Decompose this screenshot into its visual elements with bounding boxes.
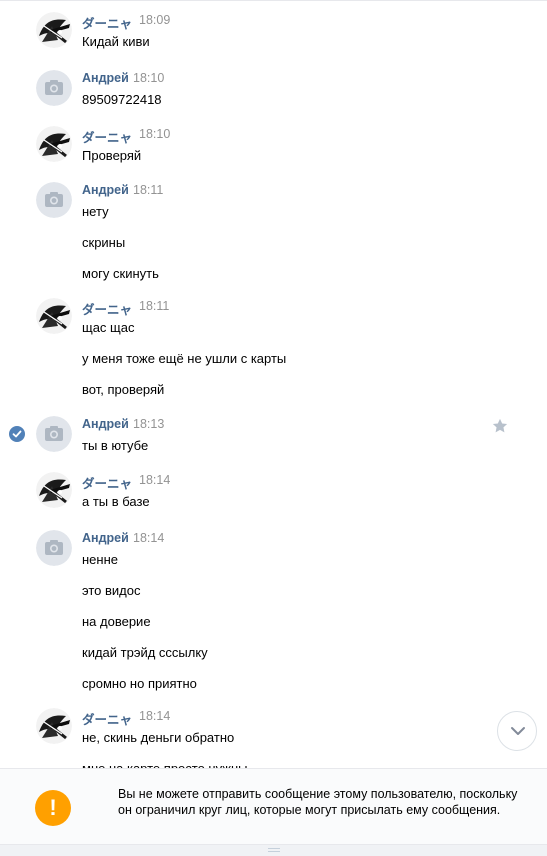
message-text[interactable]: щас щас xyxy=(82,320,134,335)
camera-placeholder-avatar[interactable] xyxy=(36,70,72,106)
camera-placeholder-avatar[interactable] xyxy=(36,182,72,218)
message-time[interactable]: 18:14 xyxy=(139,473,170,487)
camera-placeholder-avatar[interactable] xyxy=(36,416,72,452)
message-history[interactable]: ダーニャ 18:09 Кидай киви Андрей 18:10 8950972241… xyxy=(0,0,547,768)
exclamation-icon: ! xyxy=(35,790,71,826)
author-name-link[interactable]: ダーニャ xyxy=(82,13,132,32)
manga-avatar[interactable] xyxy=(36,708,72,744)
message-time[interactable]: 18:14 xyxy=(133,531,164,545)
message-text[interactable]: на доверие xyxy=(82,614,151,629)
checkmark-icon[interactable] xyxy=(9,426,25,442)
message-text[interactable]: Проверяй xyxy=(82,148,141,163)
divider xyxy=(0,0,547,1)
message-time[interactable]: 18:13 xyxy=(133,417,164,431)
message-text[interactable]: нету xyxy=(82,204,109,219)
message-text[interactable]: ты в ютубе xyxy=(82,438,148,453)
message-text[interactable]: ненне xyxy=(82,552,118,567)
scroll-down-button[interactable] xyxy=(497,711,537,751)
chevron-down-icon xyxy=(511,727,525,735)
manga-avatar[interactable] xyxy=(36,126,72,162)
author-name-link[interactable]: Андрей xyxy=(82,417,129,431)
author-name-link[interactable]: Андрей xyxy=(82,531,129,545)
manga-avatar[interactable] xyxy=(36,472,72,508)
message-text[interactable]: не, скинь деньги обратно xyxy=(82,730,234,745)
message-text[interactable]: это видос xyxy=(82,583,140,598)
message-text[interactable]: могу скинуть xyxy=(82,266,159,281)
message-text[interactable]: 89509722418 xyxy=(82,92,162,107)
message-time[interactable]: 18:10 xyxy=(133,71,164,85)
message-time[interactable]: 18:11 xyxy=(133,183,163,197)
message-time[interactable]: 18:09 xyxy=(139,13,170,27)
star-icon[interactable] xyxy=(491,417,509,435)
author-name-link[interactable]: ダーニャ xyxy=(82,299,132,318)
message-text[interactable]: у меня тоже ещё не ушли с карты xyxy=(82,351,286,366)
resize-bar[interactable] xyxy=(0,844,547,856)
author-name-link[interactable]: Андрей xyxy=(82,71,129,85)
message-text[interactable]: а ты в базе xyxy=(82,494,150,509)
author-name-link[interactable]: ダーニャ xyxy=(82,127,132,146)
message-text[interactable]: Кидай киви xyxy=(82,34,150,49)
notice-text: Вы не можете отправить сообщение этому п… xyxy=(118,787,518,817)
message-text[interactable]: мне на карте просто нужны xyxy=(82,761,247,768)
message-time[interactable]: 18:10 xyxy=(139,127,170,141)
message-text[interactable]: кидай трэйд сссылку xyxy=(82,645,208,660)
manga-avatar[interactable] xyxy=(36,298,72,334)
write-restriction-notice: ! Вы не можете отправить сообщение этому… xyxy=(0,768,547,844)
author-name-link[interactable]: ダーニャ xyxy=(82,473,132,492)
drag-handle-icon[interactable] xyxy=(268,848,280,852)
manga-avatar[interactable] xyxy=(36,12,72,48)
author-name-link[interactable]: ダーニャ xyxy=(82,709,132,728)
message-text[interactable]: вот, проверяй xyxy=(82,382,164,397)
message-text[interactable]: скрины xyxy=(82,235,125,250)
message-time[interactable]: 18:14 xyxy=(139,709,170,723)
camera-placeholder-avatar[interactable] xyxy=(36,530,72,566)
message-text[interactable]: сромно но приятно xyxy=(82,676,197,691)
author-name-link[interactable]: Андрей xyxy=(82,183,129,197)
message-time[interactable]: 18:11 xyxy=(139,299,169,313)
